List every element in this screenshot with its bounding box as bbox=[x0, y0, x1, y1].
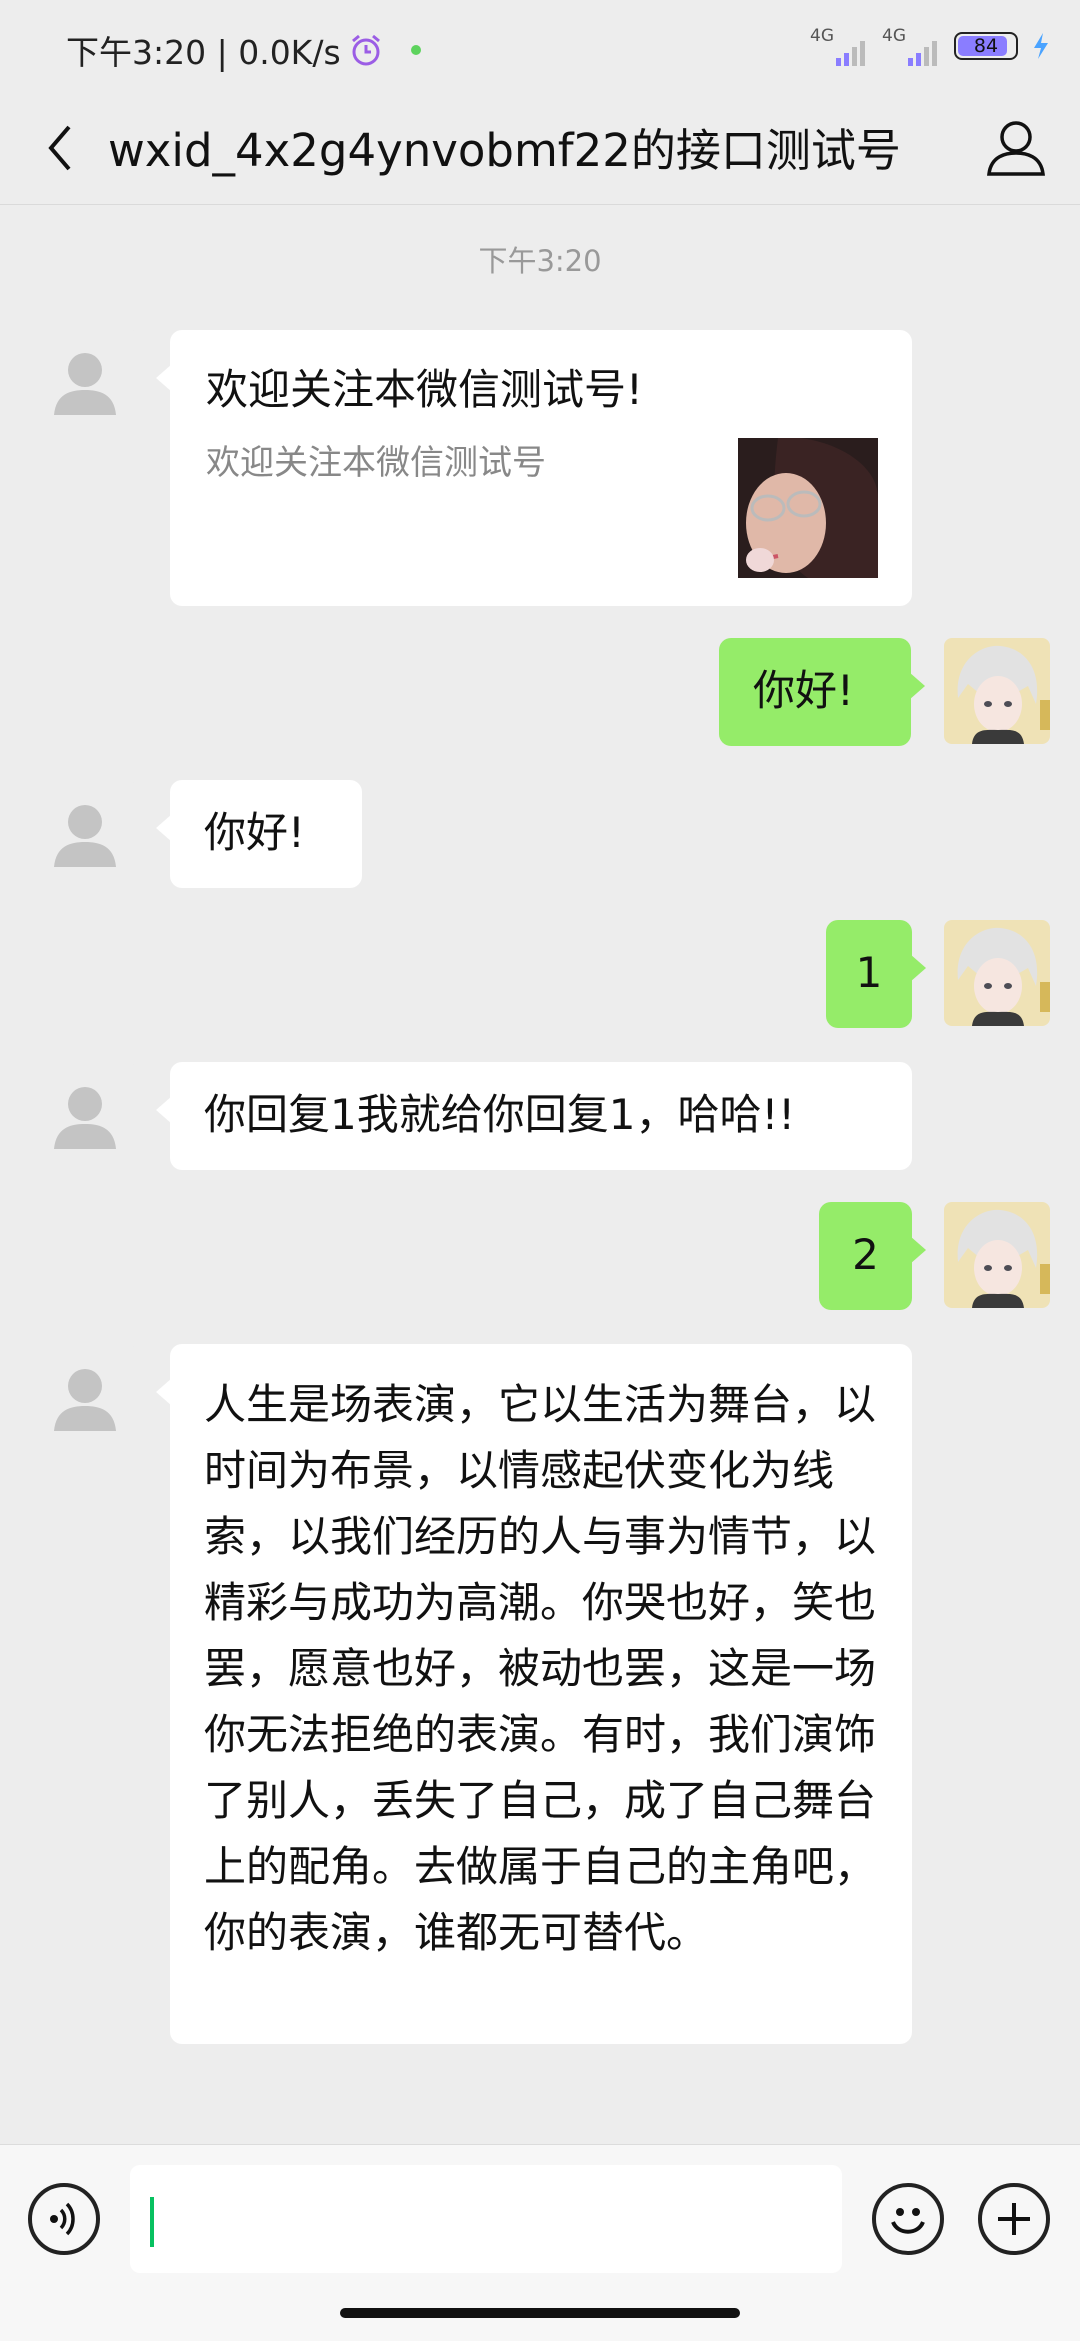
chat-title: wxid_4x2g4ynvobmf22的接口测试号 bbox=[108, 124, 901, 177]
emoji-icon bbox=[891, 2208, 925, 2234]
chevron-left-icon bbox=[48, 125, 71, 171]
anime-avatar-image bbox=[944, 920, 1050, 1026]
official-account-avatar[interactable] bbox=[30, 328, 136, 434]
message-input[interactable] bbox=[130, 2165, 842, 2273]
notification-dot-icon bbox=[410, 45, 421, 55]
my-avatar[interactable] bbox=[944, 638, 1050, 744]
official-account-avatar[interactable] bbox=[30, 1344, 136, 1450]
default-avatar-icon bbox=[54, 805, 116, 867]
chat-header: wxid_4x2g4ynvobmf22的接口测试号 bbox=[0, 92, 1080, 205]
my-avatar[interactable] bbox=[944, 1202, 1050, 1308]
signal-bars-icon bbox=[836, 41, 865, 66]
chat-info-button[interactable] bbox=[976, 108, 1056, 188]
default-avatar-icon bbox=[54, 353, 116, 415]
received-message[interactable]: 人生是场表演，它以生活为舞台，以时间为布景，以情感起伏变化为线索，以我们经历的人… bbox=[156, 1344, 912, 2044]
text-cursor bbox=[150, 2197, 154, 2247]
status-left: 下午3:20 | 0.0K/s bbox=[66, 26, 421, 74]
signal-indicator-2: 4G bbox=[882, 26, 940, 66]
charging-bolt-icon bbox=[1034, 33, 1048, 59]
emoji-button[interactable] bbox=[872, 2183, 944, 2255]
battery-icon: 84 bbox=[954, 32, 1018, 60]
status-bar: 下午3:20 | 0.0K/s 4G 4G 84 bbox=[0, 0, 1080, 92]
card-title: 欢迎关注本微信测试号! bbox=[206, 365, 643, 414]
user-icon bbox=[987, 121, 1045, 176]
voice-icon bbox=[50, 2202, 75, 2236]
status-right: 4G 4G 84 bbox=[810, 26, 1050, 66]
anime-avatar-image bbox=[944, 1202, 1050, 1308]
voice-input-button[interactable] bbox=[28, 2183, 100, 2255]
official-account-avatar[interactable] bbox=[30, 1062, 136, 1168]
article-card-message[interactable]: 欢迎关注本微信测试号! 欢迎关注本微信测试号 bbox=[156, 330, 912, 606]
plus-icon bbox=[998, 2203, 1030, 2235]
portrait-image bbox=[738, 438, 878, 578]
official-account-avatar[interactable] bbox=[30, 780, 136, 886]
network-type-label: 4G bbox=[882, 26, 906, 46]
network-type-label: 4G bbox=[810, 26, 834, 46]
card-thumbnail bbox=[738, 438, 878, 578]
my-avatar[interactable] bbox=[944, 920, 1050, 1026]
sent-message[interactable]: 1 bbox=[826, 920, 926, 1028]
status-time: 下午3:20 | 0.0K/s bbox=[66, 33, 341, 72]
signal-indicator-1: 4G bbox=[810, 26, 868, 66]
home-indicator[interactable] bbox=[340, 2308, 740, 2318]
default-avatar-icon bbox=[54, 1369, 116, 1431]
back-button[interactable] bbox=[30, 116, 90, 180]
signal-bars-icon bbox=[908, 41, 937, 66]
anime-avatar-image bbox=[944, 638, 1050, 744]
sent-message[interactable]: 2 bbox=[819, 1202, 926, 1310]
card-description: 欢迎关注本微信测试号 bbox=[206, 443, 546, 483]
default-avatar-icon bbox=[54, 1087, 116, 1149]
message-timestamp: 下午3:20 bbox=[478, 244, 602, 278]
more-actions-button[interactable] bbox=[978, 2183, 1050, 2255]
battery-level: 84 bbox=[973, 35, 999, 57]
sent-message[interactable]: 你好! bbox=[719, 638, 925, 746]
received-message[interactable]: 你回复1我就给你回复1，哈哈!! bbox=[156, 1062, 912, 1170]
alarm-clock-icon bbox=[351, 34, 380, 66]
received-message[interactable]: 你好! bbox=[156, 780, 362, 888]
